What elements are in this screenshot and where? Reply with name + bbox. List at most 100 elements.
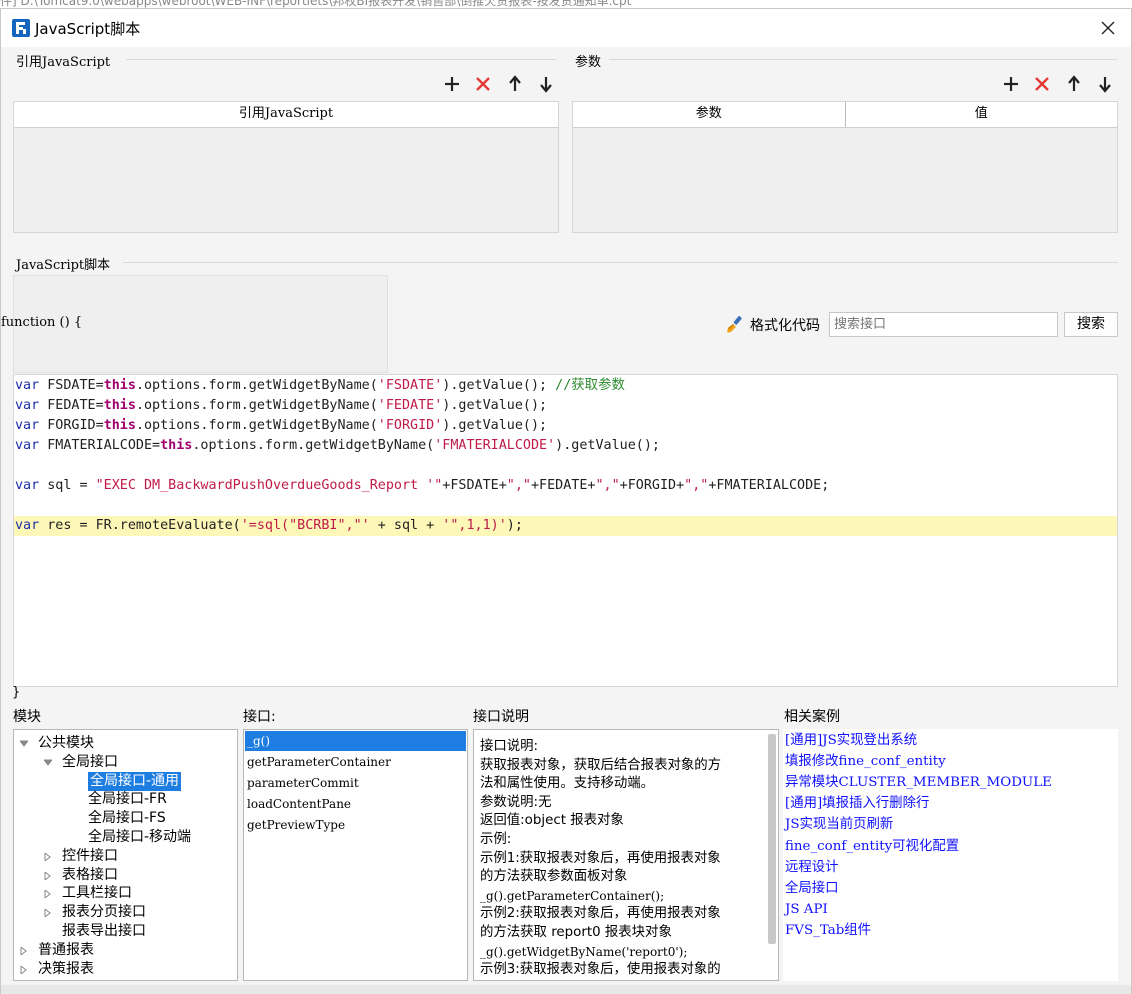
code-token: 'FORGID' [377, 418, 443, 433]
tree-item[interactable]: 全局接口 [62, 753, 118, 772]
format-code-label[interactable]: 格式化代码 [750, 315, 820, 335]
code-line[interactable]: var res = FR.remoteEvaluate('=sql("BCRBI… [14, 516, 1117, 536]
search-interface-input[interactable] [829, 312, 1058, 337]
background-window-path: 件] D:\Tomcat9.0\webapps\webroot\WEB-INF\… [0, 0, 632, 8]
tree-collapsed-icon[interactable] [20, 965, 28, 974]
code-token: FSDATE= [39, 378, 104, 393]
code-line[interactable]: var sql = "EXEC DM_BackwardPushOverdueGo… [14, 476, 1117, 496]
tree-collapsed-icon[interactable] [44, 890, 52, 899]
param-column-header[interactable]: 参数 [573, 102, 846, 127]
code-token: //获取参数 [555, 378, 625, 393]
code-token: .options.form.getWidgetByName( [135, 418, 378, 433]
code-token: +FSDATE+ [442, 478, 507, 493]
ref-js-column-header[interactable]: 引用JavaScript [14, 102, 558, 127]
code-token: 'FMATERIALCODE' [434, 438, 556, 453]
interface-item[interactable]: getParameterContainer [245, 752, 391, 772]
module-panel-label: 模块 [13, 709, 41, 725]
script-section-label: JavaScript脚本 [16, 258, 111, 273]
search-button[interactable]: 搜索 [1064, 312, 1118, 337]
tree-collapsed-icon[interactable] [44, 852, 52, 861]
related-case-link[interactable]: 全局接口 [785, 878, 839, 899]
tree-item[interactable]: 普通报表 [38, 941, 94, 960]
module-tree: 公共模块 全局接口 全局接口-通用 全局接口-FR 全局接口-FS 全局接口-移动端 控件接… [13, 729, 238, 981]
param-delete-icon[interactable] [1031, 73, 1053, 95]
function-signature: function () { [1, 315, 83, 330]
related-case-link[interactable]: [通用]填报插入行删除行 [785, 793, 929, 814]
description-line: 返回值:object 报表对象 [480, 813, 624, 829]
ref-add-icon[interactable] [441, 73, 463, 95]
interface-item[interactable]: parameterCommit [245, 773, 359, 793]
param-move-down-icon[interactable] [1094, 73, 1116, 95]
description-line: 参数说明:无 [480, 794, 552, 810]
code-token: '",1,1)' [442, 518, 507, 533]
code-line[interactable] [14, 496, 1117, 516]
tree-item[interactable]: 全局接口-通用 [88, 771, 182, 791]
description-panel-label: 接口说明 [473, 709, 529, 725]
related-case-link[interactable]: 填报修改fine_conf_entity [785, 751, 946, 772]
ref-move-up-icon[interactable] [504, 73, 526, 95]
tree-item[interactable]: 决策报表 [38, 960, 94, 979]
description-line: 的方法获取 report0 报表块对象 [480, 924, 672, 940]
tree-expanded-icon[interactable] [20, 740, 28, 748]
title-bar: JavaScript脚本 [1, 9, 1131, 47]
code-token: ).getValue(); [555, 438, 660, 453]
tree-item[interactable]: 公共模块 [38, 734, 94, 753]
code-token: "," [684, 478, 709, 493]
tree-item[interactable]: 报表分页接口 [62, 903, 146, 922]
code-line[interactable]: var FORGID=this.options.form.getWidgetBy… [14, 416, 1117, 436]
related-case-link[interactable]: JS实现当前页刷新 [785, 814, 893, 835]
code-line[interactable]: var FMATERIALCODE=this.options.form.getW… [14, 436, 1117, 456]
ref-move-down-icon[interactable] [535, 73, 557, 95]
code-line[interactable]: var FSDATE=this.options.form.getWidgetBy… [14, 376, 1117, 396]
description-line: 示例2:获取报表对象后，再使用报表对象 [480, 906, 721, 922]
related-cases-list: [通用]JS实现登出系统 填报修改fine_conf_entity 异常模块CLUS… [783, 729, 1118, 981]
format-brush-icon[interactable] [725, 315, 745, 335]
code-token: ); [506, 518, 523, 533]
code-token: sql = [39, 478, 96, 493]
tree-item[interactable]: 全局接口-FS [88, 809, 166, 828]
value-column-header[interactable]: 值 [846, 102, 1118, 127]
code-line[interactable] [14, 456, 1117, 476]
ref-delete-icon[interactable] [472, 73, 494, 95]
interface-item[interactable]: getPreviewType [245, 815, 345, 835]
related-case-link[interactable]: 异常模块CLUSTER_MEMBER_MODULE [785, 772, 1052, 793]
tree-collapsed-icon[interactable] [44, 909, 52, 918]
tree-item[interactable]: 报表导出接口 [62, 922, 146, 941]
code-token: 'FEDATE' [377, 398, 443, 413]
tree-expanded-icon[interactable] [44, 759, 52, 767]
interface-panel-label: 接口: [243, 709, 276, 725]
tree-item[interactable]: 全局接口-移动端 [88, 828, 191, 847]
code-line[interactable]: var FEDATE=this.options.form.getWidgetBy… [14, 396, 1117, 416]
description-scrollbar[interactable] [768, 734, 776, 944]
interface-item[interactable]: _g() [245, 731, 466, 751]
code-token: +FMATERIALCODE; [708, 478, 830, 493]
interface-item[interactable]: loadContentPane [245, 794, 351, 814]
close-icon[interactable] [1095, 15, 1121, 41]
tree-collapsed-icon[interactable] [44, 871, 52, 880]
code-token: this [103, 418, 136, 433]
related-case-link[interactable]: fine_conf_entity可视化配置 [785, 836, 959, 857]
cases-panel-label: 相关案例 [784, 709, 840, 725]
param-table-header: 参数 值 [573, 102, 1117, 128]
param-add-icon[interactable] [1000, 73, 1022, 95]
param-move-up-icon[interactable] [1063, 73, 1085, 95]
code-token: '=sql("BCRBI","' [240, 518, 370, 533]
tree-item[interactable]: 表格接口 [62, 866, 118, 885]
description-line: 接口说明: [480, 739, 539, 754]
code-token: +FORGID+ [619, 478, 685, 493]
code-token: .options.form.getWidgetByName( [135, 398, 378, 413]
related-case-link[interactable]: [通用]JS实现登出系统 [785, 730, 917, 751]
tree-item[interactable]: 工具栏接口 [62, 884, 132, 903]
ref-js-table: 引用JavaScript [13, 101, 559, 233]
related-case-link[interactable]: 远程设计 [785, 857, 839, 878]
description-line: 的方法获取参数面板对象 [480, 869, 628, 885]
related-case-link[interactable]: FVS_Tab组件 [785, 920, 871, 941]
code-token: "EXEC DM_BackwardPushOverdueGoods_Report… [95, 478, 443, 493]
code-token: FEDATE= [39, 398, 104, 413]
tree-item[interactable]: 全局接口-FR [88, 790, 167, 809]
tree-item[interactable]: 控件接口 [62, 847, 118, 866]
finereport-app-icon [12, 19, 30, 37]
tree-collapsed-icon[interactable] [20, 946, 28, 955]
related-case-link[interactable]: JS API [785, 899, 828, 920]
code-editor[interactable]: var FSDATE=this.options.form.getWidgetBy… [13, 374, 1118, 687]
